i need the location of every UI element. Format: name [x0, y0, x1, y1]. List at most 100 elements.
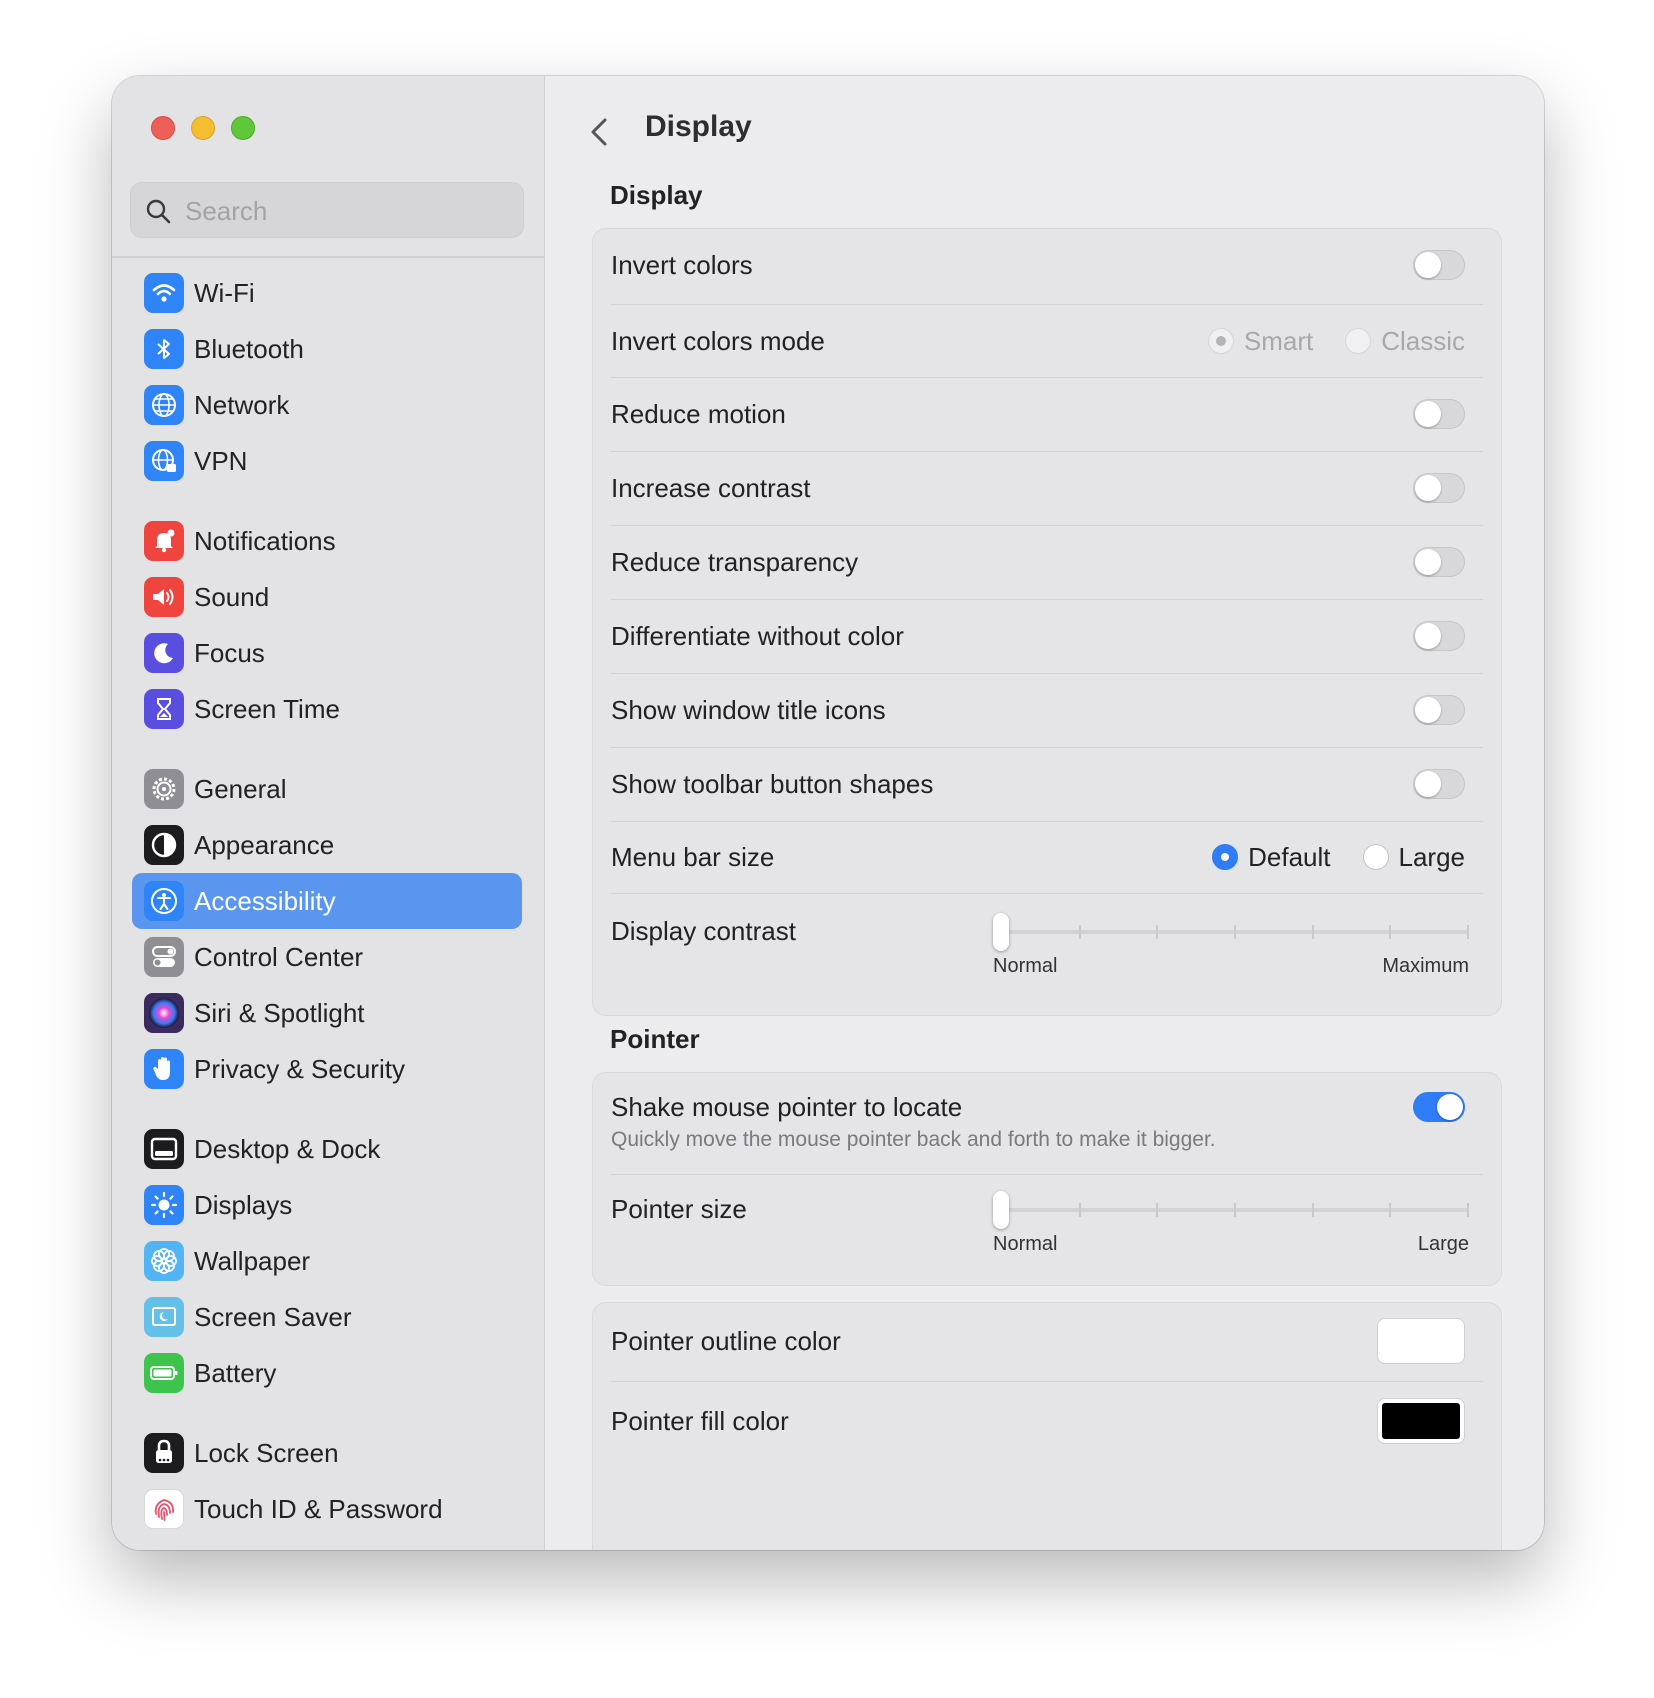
slider-tick [1389, 1203, 1392, 1217]
sidebar-item-label: Battery [194, 1357, 277, 1388]
display-contrast-slider[interactable]: Normal Maximum [993, 913, 1469, 977]
content-pane: Display Display Invert colors Invert col… [545, 76, 1544, 1550]
sidebar-item-desktop-dock[interactable]: Desktop & Dock [132, 1121, 522, 1177]
sidebar-item-label: Touch ID & Password [194, 1493, 443, 1524]
menu-bar-large-radio[interactable]: Large [1362, 842, 1465, 873]
row-divider [611, 1174, 1483, 1175]
increase-contrast-toggle[interactable] [1413, 473, 1465, 503]
outline-color-label: Pointer outline color [611, 1325, 841, 1356]
sidebar-item-displays[interactable]: Displays [132, 1177, 522, 1233]
sidebar-item-accessibility[interactable]: Accessibility [132, 873, 522, 929]
sidebar-item-battery[interactable]: Battery [132, 1345, 522, 1401]
sidebar-item-touch-id-password[interactable]: Touch ID & Password [132, 1481, 522, 1537]
fill-color-well[interactable] [1377, 1398, 1465, 1444]
sidebar-item-privacy-security[interactable]: Privacy & Security [132, 1041, 522, 1097]
slider-knob[interactable] [993, 1191, 1009, 1229]
slider-tick [1078, 1203, 1081, 1217]
color-swatch [1382, 1403, 1460, 1439]
vpn-globe-icon [144, 441, 184, 481]
row-divider [611, 893, 1483, 894]
bluetooth-icon [144, 329, 184, 369]
sidebar-item-notifications[interactable]: Notifications [132, 513, 522, 569]
screensaver-icon [144, 1297, 184, 1337]
shake-toggle[interactable] [1413, 1092, 1465, 1122]
differentiate-label: Differentiate without color [611, 620, 904, 651]
settings-window: Wi-Fi Bluetooth Network VPN Notifications Sou… [112, 76, 1544, 1550]
sidebar-item-focus[interactable]: Focus [132, 625, 522, 681]
hand-icon [144, 1049, 184, 1089]
sidebar-item-label: Displays [194, 1189, 293, 1220]
sidebar-item-lock-screen[interactable]: Lock Screen [132, 1425, 522, 1481]
slider-max-label: Maximum [1382, 955, 1469, 977]
default-label: Default [1248, 841, 1331, 872]
slider-max-label: Large [1417, 1233, 1469, 1255]
shake-description-row: Quickly move the mouse pointer back and … [611, 1125, 1483, 1155]
sidebar-item-vpn[interactable]: VPN [132, 433, 522, 489]
invert-colors-toggle[interactable] [1413, 250, 1465, 280]
moon-icon [144, 633, 184, 673]
slider-tick [1156, 1203, 1159, 1217]
sun-icon [144, 1185, 184, 1225]
sidebar-item-wi-fi[interactable]: Wi-Fi [132, 265, 522, 321]
zoom-window-button[interactable] [231, 116, 255, 140]
slider-tick [1389, 925, 1392, 939]
invert-colors-row: Invert colors [611, 229, 1483, 301]
radio-dot [1207, 328, 1234, 354]
sidebar: Wi-Fi Bluetooth Network VPN Notifications Sou… [112, 76, 545, 1550]
toolbar-shapes-toggle[interactable] [1413, 769, 1465, 799]
differentiate-toggle[interactable] [1413, 621, 1465, 651]
title-icons-row: Show window title icons [611, 673, 1483, 747]
sidebar-item-screen-saver[interactable]: Screen Saver [132, 1289, 522, 1345]
search-icon [146, 199, 171, 224]
pointer-section-title: Pointer [610, 1024, 700, 1054]
display-card: Invert colors Invert colors mode Smart C… [592, 228, 1502, 1016]
sidebar-item-sound[interactable]: Sound [132, 569, 522, 625]
sidebar-item-label: Appearance [194, 829, 335, 860]
slider-tick [1156, 925, 1159, 939]
sidebar-item-label: Focus [194, 637, 265, 668]
sidebar-item-wallpaper[interactable]: Wallpaper [132, 1233, 522, 1289]
sidebar-item-screen-time[interactable]: Screen Time [132, 681, 522, 737]
invert-mode-smart-radio[interactable]: Smart [1207, 326, 1313, 357]
slider-tick [1311, 1203, 1314, 1217]
slider-tick [1467, 1203, 1469, 1217]
menu-bar-default-radio[interactable]: Default [1212, 841, 1331, 873]
sidebar-item-label: Bluetooth [194, 333, 304, 364]
pointer-size-slider[interactable]: Normal Large [993, 1191, 1469, 1255]
search-input[interactable] [183, 183, 507, 239]
slider-tick [1234, 925, 1236, 939]
sidebar-item-label: Siri & Spotlight [194, 997, 365, 1028]
close-window-button[interactable] [151, 116, 175, 140]
page-title: Display [645, 110, 752, 143]
sidebar-item-network[interactable]: Network [132, 377, 522, 433]
slider-knob[interactable] [993, 913, 1009, 951]
invert-mode-row: Invert colors mode Smart Classic [611, 305, 1483, 377]
outline-color-well[interactable] [1377, 1318, 1465, 1364]
gear-icon [144, 769, 184, 809]
shake-description: Quickly move the mouse pointer back and … [611, 1128, 1216, 1151]
sidebar-item-appearance[interactable]: Appearance [132, 817, 522, 873]
reduce-motion-toggle[interactable] [1413, 399, 1465, 429]
sidebar-item-bluetooth[interactable]: Bluetooth [132, 321, 522, 377]
back-chevron-icon[interactable] [585, 112, 615, 152]
bell-icon [144, 521, 184, 561]
slider-track [993, 1208, 1469, 1212]
radio-dot [1362, 844, 1389, 870]
sidebar-item-general[interactable]: General [132, 761, 522, 817]
siri-icon [144, 993, 184, 1033]
title-icons-toggle[interactable] [1413, 695, 1465, 725]
search-field[interactable] [130, 182, 524, 239]
sidebar-item-label: Wallpaper [194, 1245, 311, 1276]
menu-bar-size-row: Menu bar size Default Large [611, 821, 1483, 893]
reduce-transparency-label: Reduce transparency [611, 546, 859, 577]
accessibility-icon [144, 881, 184, 921]
invert-mode-classic-radio[interactable]: Classic [1345, 326, 1465, 357]
fill-color-row: Pointer fill color [611, 1383, 1483, 1459]
sidebar-item-siri-spotlight[interactable]: Siri & Spotlight [132, 985, 522, 1041]
minimize-window-button[interactable] [191, 116, 215, 140]
title-icons-label: Show window title icons [611, 694, 886, 725]
sidebar-item-control-center[interactable]: Control Center [132, 929, 522, 985]
reduce-transparency-toggle[interactable] [1413, 547, 1465, 577]
slider-min-label: Normal [993, 955, 1058, 977]
reduce-motion-label: Reduce motion [611, 398, 786, 429]
